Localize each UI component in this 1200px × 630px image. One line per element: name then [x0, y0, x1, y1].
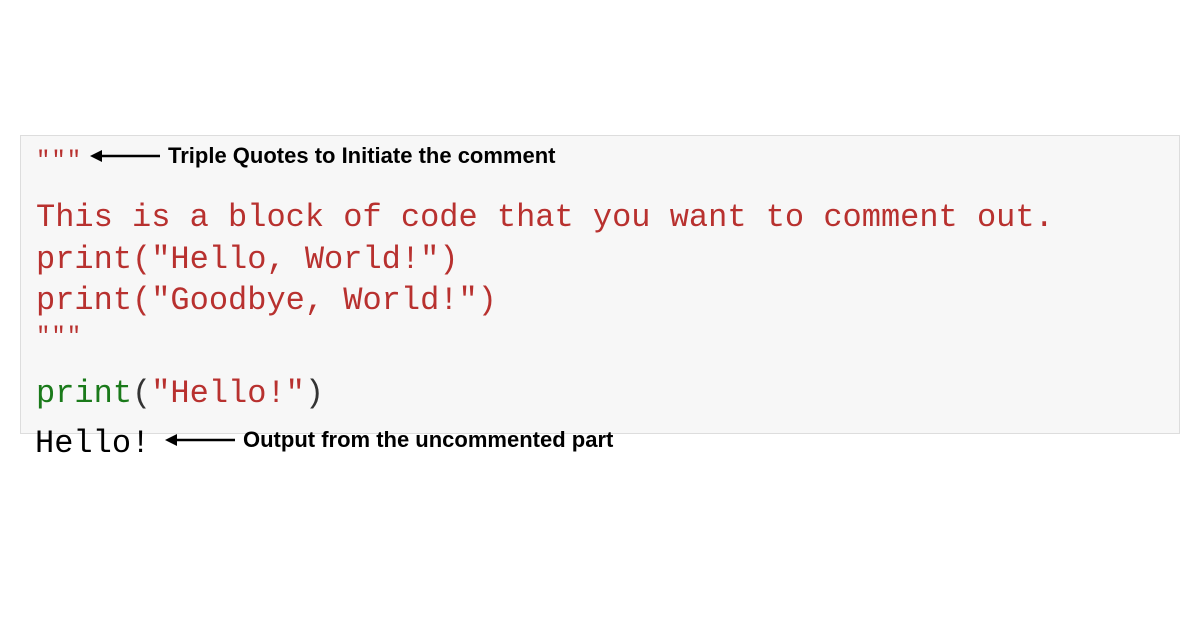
arrow-left-icon: [165, 430, 235, 450]
blank-line: [36, 353, 1164, 373]
output-text: Hello!: [35, 425, 150, 462]
code-comment-line3: print("Goodbye, World!"): [36, 280, 1164, 322]
blank-line: [36, 177, 1164, 197]
code-block: """ This is a block of code that you wan…: [20, 135, 1180, 434]
arrow-left-icon: [90, 146, 160, 166]
code-active-line: print("Hello!"): [36, 373, 1164, 415]
code-close-quotes: """: [36, 322, 1164, 353]
code-comment-line1: This is a block of code that you want to…: [36, 197, 1164, 239]
annotation-bottom: Output from the uncommented part: [165, 427, 613, 453]
annotation-top: Triple Quotes to Initiate the comment: [90, 143, 556, 169]
code-comment-line2: print("Hello, World!"): [36, 239, 1164, 281]
annotation-bottom-text: Output from the uncommented part: [243, 427, 613, 453]
annotation-top-text: Triple Quotes to Initiate the comment: [168, 143, 556, 169]
